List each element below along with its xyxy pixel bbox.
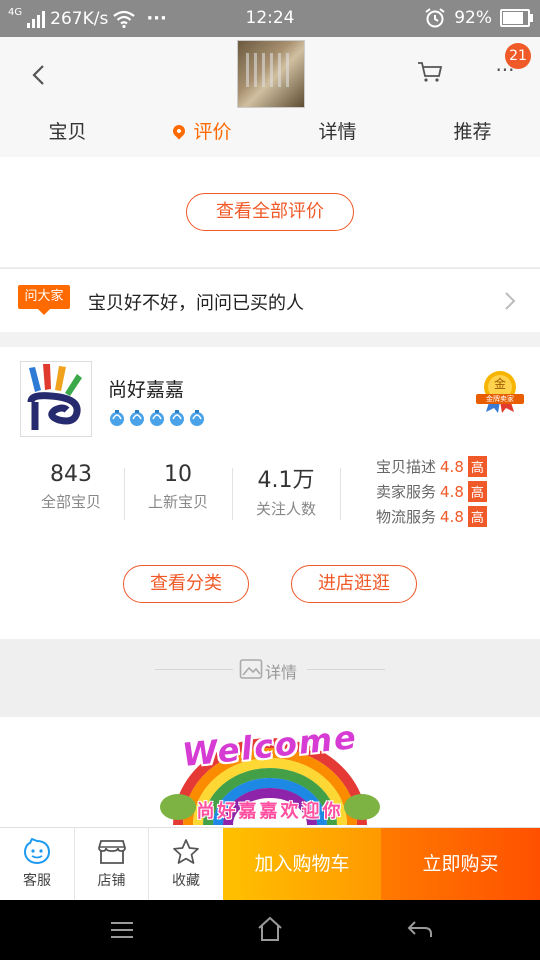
rating-score: 4.8 (440, 457, 464, 476)
buy-now-button[interactable]: 立即购买 (381, 828, 540, 901)
back-button[interactable] (22, 57, 58, 93)
favorite-button[interactable]: 收藏 (149, 828, 223, 901)
stat-followers[interactable]: 4.1万 关注人数 (232, 462, 340, 519)
location-pin-icon (170, 122, 188, 140)
ask-tag: 问大家 (18, 285, 70, 315)
rating-label: 物流服务 (376, 508, 437, 526)
image-icon (239, 659, 263, 679)
star-icon (173, 839, 199, 864)
rating-level: 高 (467, 456, 487, 477)
ask-prompt: 宝贝好不好，问问已买的人 (88, 293, 304, 314)
view-categories-button[interactable]: 查看分类 (123, 565, 249, 603)
shop-name: 尚好嘉嘉 (108, 379, 185, 401)
battery-icon (500, 9, 533, 27)
gold-seller-badge: 金 金牌卖家 (476, 369, 524, 413)
stat-all-items[interactable]: 843 全部宝贝 (17, 462, 125, 512)
notification-badge: 21 (505, 43, 531, 69)
crown-icon (170, 410, 184, 426)
stat-label: 上新宝贝 (147, 493, 208, 511)
service-label: 客服 (23, 873, 51, 889)
rating-description: 宝贝描述 4.8 高 (376, 456, 487, 477)
tab-bar: 宝贝 评价 详情 推荐 (0, 112, 540, 152)
divider-line (155, 669, 233, 670)
product-thumbnail[interactable] (237, 40, 305, 108)
tab-label: 评价 (193, 121, 232, 143)
gold-badge-top: 金 (493, 377, 506, 391)
store-icon (97, 840, 126, 864)
battery-percent: 92% (454, 8, 492, 28)
tab-label: 推荐 (453, 121, 492, 143)
customer-service-button[interactable]: 客服 (0, 828, 74, 901)
stat-value: 10 (164, 462, 192, 487)
crown-icon (110, 410, 124, 426)
details-banner: Welcome 尚好嘉嘉欢迎你 (0, 717, 540, 827)
gold-badge-label: 金牌卖家 (476, 394, 524, 404)
crown-icon (130, 410, 144, 426)
chevron-left-icon (32, 65, 44, 85)
back-nav-icon[interactable] (405, 917, 435, 941)
rating-level: 高 (467, 481, 487, 502)
bottom-action-bar: 客服 店铺 收藏 加入购物车 立即购买 (0, 827, 540, 901)
tab-label: 宝贝 (48, 121, 87, 143)
divider (340, 468, 341, 520)
reviews-section: 查看全部评价 (0, 157, 540, 267)
shop-crown-rating (108, 409, 206, 427)
alarm-icon (425, 8, 445, 28)
view-all-reviews-button[interactable]: 查看全部评价 (186, 193, 354, 231)
details-divider: 详情 (0, 639, 540, 717)
stat-value: 843 (50, 462, 92, 487)
details-label: 详情 (265, 663, 298, 682)
shop-logo[interactable] (20, 361, 92, 437)
rating-label: 宝贝描述 (376, 458, 437, 476)
stat-new-items[interactable]: 10 上新宝贝 (124, 462, 232, 512)
rating-level: 高 (467, 506, 487, 527)
cart-button[interactable] (414, 55, 446, 87)
tab-item[interactable]: 宝贝 (0, 112, 135, 152)
status-right: 92% (424, 7, 533, 29)
tab-details[interactable]: 详情 (270, 112, 405, 152)
favorite-label: 收藏 (172, 873, 200, 889)
system-nav-bar (0, 900, 540, 960)
crown-icon (150, 410, 164, 426)
banner-text: 尚好嘉嘉欢迎你 (196, 801, 344, 822)
rating-label: 卖家服务 (376, 483, 437, 501)
stat-value: 4.1万 (257, 468, 315, 493)
product-header: ··· 21 宝贝 评价 详情 推荐 (0, 37, 540, 157)
visit-store-button[interactable]: 进店逛逛 (291, 565, 417, 603)
rating-logistics: 物流服务 4.8 高 (376, 506, 487, 527)
stat-label: 全部宝贝 (40, 493, 101, 511)
chevron-right-icon (505, 292, 516, 310)
tab-recommend[interactable]: 推荐 (405, 112, 540, 152)
service-icon (23, 838, 51, 865)
rating-score: 4.8 (440, 482, 464, 501)
crown-icon (190, 410, 204, 426)
shop-card: 尚好嘉嘉 金 金牌卖家 843 全部宝贝 10 上新宝贝 4.1万 关注人数 宝… (0, 347, 540, 639)
divider-line (307, 669, 385, 670)
tab-label: 详情 (318, 121, 357, 143)
menu-icon[interactable] (108, 918, 136, 942)
tab-reviews[interactable]: 评价 (135, 112, 270, 152)
cart-icon (418, 62, 443, 82)
store-label: 店铺 (97, 873, 126, 889)
rating-score: 4.8 (440, 507, 464, 526)
shop-logo-icon (27, 364, 82, 430)
add-to-cart-button[interactable]: 加入购物车 (223, 828, 381, 901)
ask-everyone-row[interactable]: 宝贝好不好，问问已买的人 (0, 268, 540, 332)
home-icon[interactable] (256, 915, 284, 943)
stat-label: 关注人数 (255, 500, 316, 518)
status-bar: 4G 267K/s ··· 12:24 92% (0, 0, 540, 37)
store-button[interactable]: 店铺 (75, 828, 148, 901)
rating-service: 卖家服务 4.8 高 (376, 481, 487, 502)
